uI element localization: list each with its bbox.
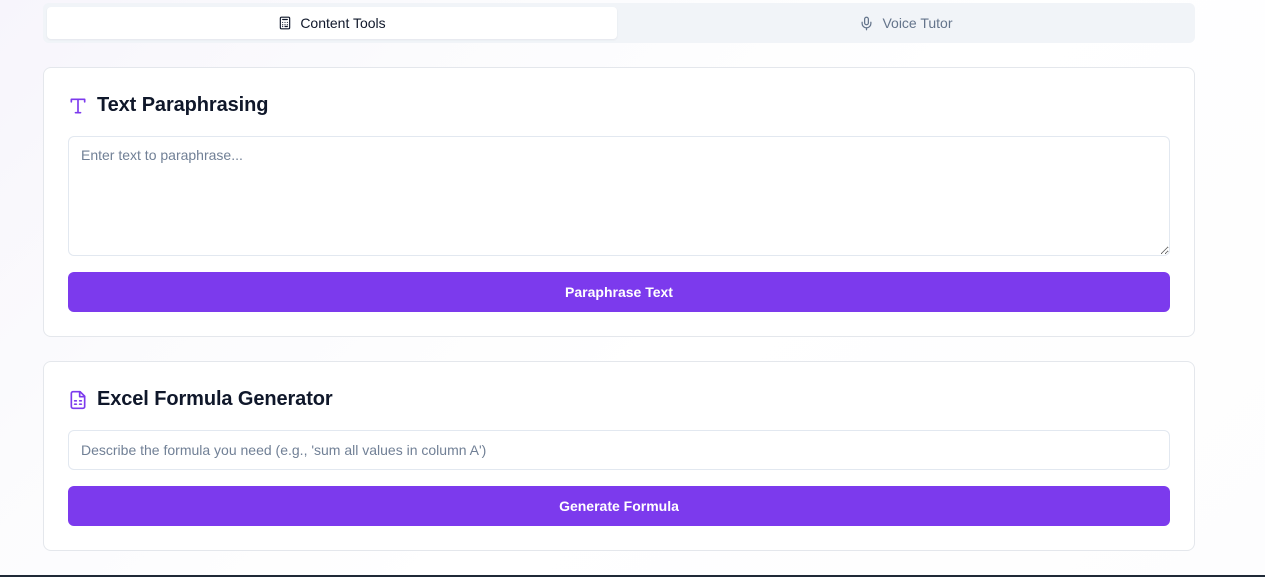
tab-content-tools[interactable]: Content Tools xyxy=(47,7,617,39)
tab-voice-tutor[interactable]: Voice Tutor xyxy=(621,7,1191,39)
formula-card-title: Excel Formula Generator xyxy=(68,388,333,411)
tab-list: Content Tools Voice Tutor xyxy=(43,3,1195,43)
tab-voice-tutor-label: Voice Tutor xyxy=(882,15,953,31)
spreadsheet-file-icon xyxy=(68,390,88,410)
formula-description-input[interactable] xyxy=(68,430,1170,470)
generate-formula-button[interactable]: Generate Formula xyxy=(68,486,1170,526)
tab-content-tools-label: Content Tools xyxy=(300,15,386,31)
paraphrase-input[interactable] xyxy=(68,136,1170,256)
paraphrase-card: Text Paraphrasing Paraphrase Text xyxy=(43,67,1195,337)
paraphrase-card-title: Text Paraphrasing xyxy=(68,94,268,117)
formula-title-text: Excel Formula Generator xyxy=(97,388,333,410)
calculator-icon xyxy=(278,16,292,30)
paraphrase-button[interactable]: Paraphrase Text xyxy=(68,272,1170,312)
formula-card: Excel Formula Generator Generate Formula xyxy=(43,361,1195,551)
microphone-icon xyxy=(859,16,874,31)
type-icon xyxy=(68,96,88,116)
paraphrase-title-text: Text Paraphrasing xyxy=(97,94,269,116)
